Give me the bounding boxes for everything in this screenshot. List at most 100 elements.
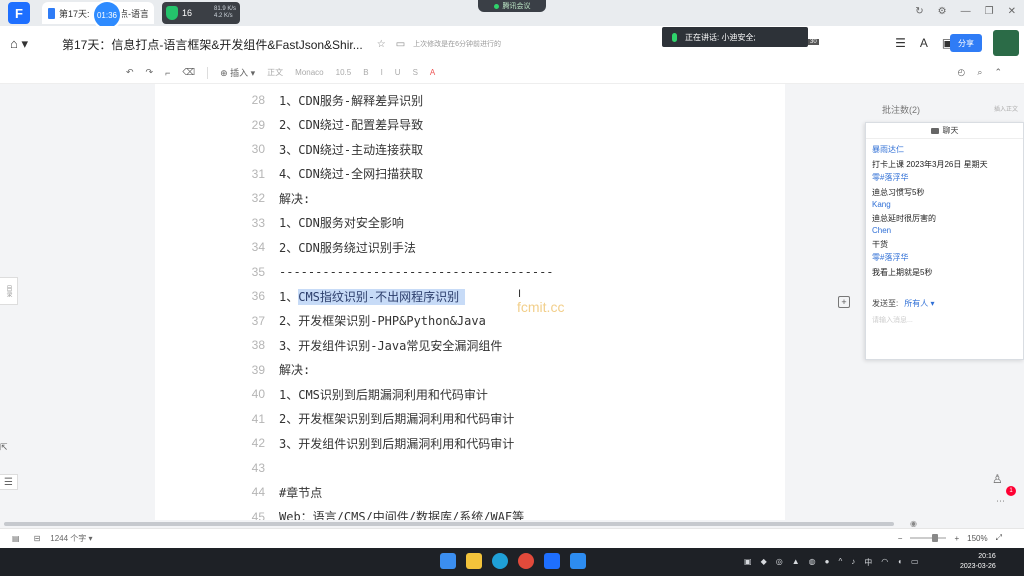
speaking-text: 正在讲话: 小迪安全; <box>685 32 756 42</box>
tray-battery-icon[interactable]: ▭ <box>911 557 919 568</box>
zoom-level[interactable]: 150% <box>967 534 987 543</box>
sidebar-toggle-icon[interactable]: ▤ <box>12 534 20 543</box>
layout-icon[interactable]: ⊟ <box>34 534 41 543</box>
edge-icon[interactable] <box>492 553 508 569</box>
settings-icon[interactable]: ⚙ <box>938 6 947 17</box>
format-toolbar: ↶ ↷ ⌐ ⌫ ⊕ 插入 ▾ 正文 Monaco 10.5 B I U S A … <box>0 62 1024 84</box>
meeting-live-icon <box>493 3 499 9</box>
tray-app-icon[interactable]: ▣ <box>744 557 752 568</box>
send-to-label: 发送至: <box>872 299 899 308</box>
tray-app-icon[interactable]: ● <box>825 557 830 568</box>
undo-icon[interactable]: ↶ <box>126 67 134 78</box>
system-clock[interactable]: 20:16 2023-03-26 <box>960 552 996 572</box>
text-format-icon[interactable]: A <box>920 36 928 50</box>
insert-body-link[interactable]: 插入正文 <box>994 104 1018 113</box>
minimize-button[interactable]: — <box>961 6 971 17</box>
document-page[interactable]: 28 1、CDN服务-解释差异识别 29 2、CDN绕过-配置差异导致 30 3、CD… <box>155 84 785 520</box>
document-title[interactable]: 第17天：信息打点-语言框架&开发组件&FastJson&Shir... <box>62 36 363 53</box>
underline-button[interactable]: U <box>395 68 401 77</box>
theme-icon[interactable]: ♙ <box>992 472 1003 486</box>
bold-button[interactable]: B <box>363 68 368 77</box>
strikethrough-button[interactable]: S <box>413 68 418 77</box>
chat-header: 聊天 <box>866 123 1023 139</box>
font-select[interactable]: Monaco <box>295 68 323 77</box>
network-download: 4.2 K/s <box>213 13 233 19</box>
document-tab[interactable]: 第17天: 信息打点-语言框架... 01:36 <box>42 2 154 28</box>
chevron-up-icon[interactable]: ⌃ <box>994 67 1002 78</box>
italic-button[interactable]: I <box>381 68 383 77</box>
font-color-button[interactable]: A <box>430 68 435 77</box>
meeting-app-icon[interactable] <box>570 553 586 569</box>
add-comment-icon[interactable]: + <box>838 296 850 308</box>
avatar[interactable] <box>993 30 1019 56</box>
notification-badge: 1 <box>1006 486 1016 496</box>
tray-app-icon[interactable]: ◎ <box>776 557 783 568</box>
window-tab-bar: F 第17天: 信息打点-语言框架... 01:36 16 81.9 K/s 4… <box>0 0 1024 28</box>
tray-chevron-icon[interactable]: ^ <box>838 557 842 568</box>
close-button[interactable]: ✕ <box>1008 6 1016 17</box>
text-cursor-icon: I <box>518 288 522 300</box>
word-count[interactable]: 1244 个字 ▾ <box>50 533 92 544</box>
tray-network-icon[interactable]: ◠ <box>881 557 888 568</box>
share-button[interactable]: 分享 <box>950 34 982 52</box>
app-logo[interactable]: F <box>8 2 30 24</box>
zoom-out-button[interactable]: − <box>898 534 903 543</box>
tray-shield-icon[interactable]: ◆ <box>761 557 767 568</box>
maximize-button[interactable]: ❐ <box>985 6 994 17</box>
chat-message: 干货 <box>872 240 888 249</box>
text-selection[interactable]: CMS指纹识别-不出网程序识别 <box>298 288 466 305</box>
redo-icon[interactable]: ↷ <box>146 67 154 78</box>
more-icon[interactable]: ⋯ <box>996 496 1005 507</box>
speaking-indicator: 正在讲话: 小迪安全; <box>662 27 808 47</box>
list-icon[interactable]: ☰ <box>0 474 18 490</box>
tray-volume-icon[interactable]: ◖ <box>897 557 902 568</box>
clear-format-icon[interactable]: ⌫ <box>182 67 195 78</box>
recording-timer: 01:36 <box>94 2 120 28</box>
format-painter-icon[interactable]: ⌐ <box>165 68 170 78</box>
tray-app-icon[interactable]: ◍ <box>809 557 816 568</box>
meeting-indicator[interactable]: 腾讯会议 <box>478 0 546 12</box>
menu-icon[interactable]: ☰ <box>895 36 906 50</box>
os-taskbar: ▣ ◆ ◎ ▲ ◍ ● ^ ♪ 中 ◠ ◖ ▭ 20:16 2023-03-26 <box>0 548 1024 576</box>
start-icon[interactable] <box>440 553 456 569</box>
file-explorer-icon[interactable] <box>466 553 482 569</box>
refresh-icon[interactable]: ↻ <box>915 6 923 17</box>
search-icon[interactable]: ⌕ <box>977 67 982 78</box>
input-method[interactable]: 中 <box>864 557 872 568</box>
fit-page-icon[interactable]: ⤢ <box>996 533 1002 543</box>
insert-menu[interactable]: ⊕ 插入 ▾ <box>220 66 255 79</box>
chat-input[interactable]: 请输入消息... <box>872 315 913 325</box>
send-target-select[interactable]: 所有人 ▾ <box>904 298 934 309</box>
window-controls: ↻ ⚙ — ❐ ✕ <box>915 6 1016 17</box>
scrollbar-thumb[interactable] <box>4 522 894 526</box>
home-icon[interactable]: ⌂ ▾ <box>10 36 28 52</box>
folder-icon[interactable]: ▭ <box>396 39 405 50</box>
tray-app-icon[interactable]: ▲ <box>792 557 800 568</box>
font-size-select[interactable]: 10.5 <box>336 68 352 77</box>
clock-icon[interactable]: ◴ <box>958 67 966 78</box>
zoom-slider[interactable] <box>910 534 947 542</box>
chat-sender: 零#落浮华 <box>872 173 909 182</box>
chat-messages[interactable]: 暴雨达仁 打卡上课 2023年3月26日 星期天 零#落浮华 迪总习惯写5秒 K… <box>866 139 1023 283</box>
docs-app-icon[interactable] <box>544 553 560 569</box>
paragraph-style-select[interactable]: 正文 <box>267 67 283 78</box>
document-icon <box>48 7 55 19</box>
zoom-in-button[interactable]: + <box>954 534 959 543</box>
system-tray: ▣ ◆ ◎ ▲ ◍ ● ^ ♪ 中 ◠ ◖ ▭ <box>744 557 919 568</box>
pointer-icon: ⇱ <box>0 442 8 452</box>
shield-icon <box>166 6 178 20</box>
document-header: ⌂ ▾ 第17天：信息打点-语言框架&开发组件&FastJson&Shir...… <box>0 26 1024 62</box>
network-upload: 81.9 K/s <box>213 6 236 12</box>
scroll-target-icon[interactable]: ◉ <box>910 519 917 528</box>
tray-mic-icon[interactable]: ♪ <box>851 557 855 568</box>
chat-message: 迪总延时很厉害的 <box>872 214 936 223</box>
status-bar: ▤ ⊟ 1244 个字 ▾ − + 150% ⤢ <box>0 528 1024 548</box>
chat-panel: 聊天 暴雨达仁 打卡上课 2023年3月26日 星期天 零#落浮华 迪总习惯写5… <box>865 122 1024 360</box>
zoom-control: − + 150% ⤢ <box>898 533 1002 543</box>
chat-sender: 暴雨达仁 <box>872 145 904 154</box>
zoom-slider-knob[interactable] <box>932 534 939 542</box>
outline-tab[interactable]: 目录 <box>0 277 18 305</box>
chrome-icon[interactable] <box>518 553 534 569</box>
comments-count[interactable]: 批注数(2) <box>882 103 920 116</box>
star-icon[interactable]: ☆ <box>377 39 386 50</box>
